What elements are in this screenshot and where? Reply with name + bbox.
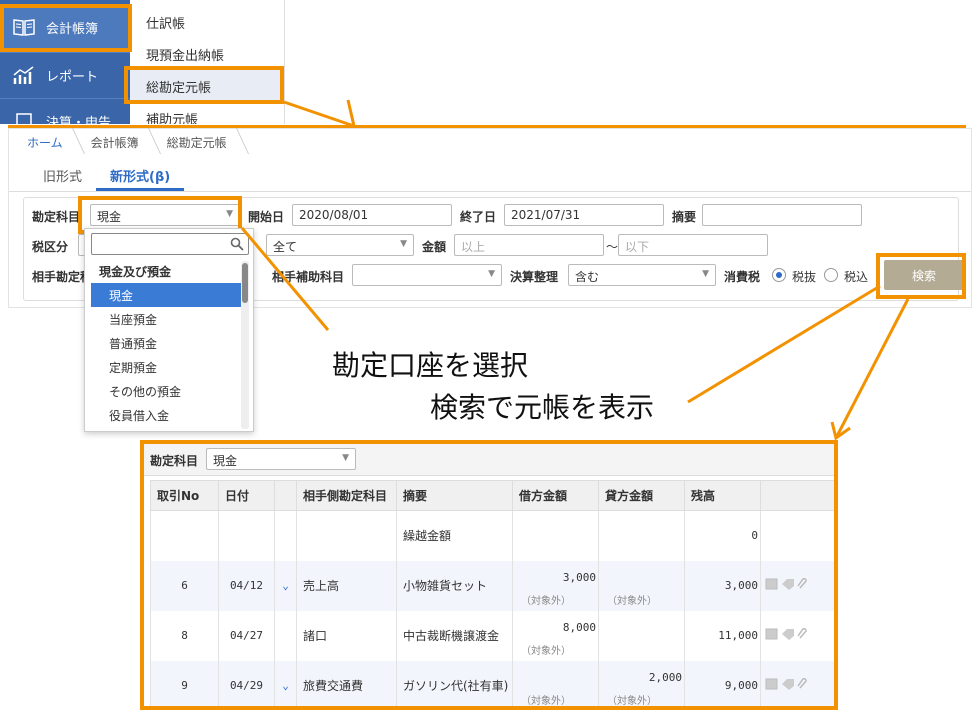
receipt-icon[interactable]: [765, 578, 779, 593]
ledger-table: 取引No 日付 相手側勘定科目 摘要 借方金額 貸方金額 残高 繰越金額 0 6…: [150, 480, 834, 707]
table-row[interactable]: 8 04/27 諸口 中古裁断機譲渡金 8,000 （対象外） 11,000: [150, 610, 834, 661]
cell-debit: [512, 510, 599, 561]
col-header-memo[interactable]: 摘要: [396, 480, 513, 511]
cell-balance: 11,000: [684, 610, 761, 661]
attachment-icon[interactable]: [797, 627, 809, 643]
cell-counter: 旅費交通費: [296, 660, 397, 706]
cell-actions: [760, 610, 834, 661]
result-account-label: 勘定科目: [150, 454, 199, 468]
cell-debit: 3,000 （対象外）: [512, 560, 599, 611]
attachment-icon[interactable]: [797, 677, 809, 693]
cell-counter: 諸口: [296, 610, 397, 661]
cell-date: 04/12: [218, 560, 275, 611]
tax-note: （対象外）: [521, 595, 571, 607]
cell-flag: [274, 610, 297, 661]
ledger-result: 勘定科目 現金 取引No 日付 相手側勘定科目 摘要 借方金額 貸方金額 残高: [140, 440, 838, 710]
cell-counter: [296, 510, 397, 561]
col-header-actions: [760, 480, 834, 511]
cell-no: [150, 510, 219, 561]
col-header-counter[interactable]: 相手側勘定科目: [296, 480, 397, 511]
cell-debit: 8,000 （対象外）: [512, 610, 599, 661]
cell-date: 04/27: [218, 610, 275, 661]
tax-note: （対象外）: [607, 595, 657, 607]
col-header-flag: [274, 480, 297, 511]
col-header-no[interactable]: 取引No: [150, 480, 219, 511]
cell-date: 04/29: [218, 660, 275, 706]
cell-actions: [760, 660, 834, 706]
cell-credit: （対象外）: [598, 560, 685, 611]
cell-balance: 0: [684, 510, 761, 561]
cell-no: 8: [150, 610, 219, 661]
col-header-date[interactable]: 日付: [218, 480, 275, 511]
cell-no: 9: [150, 660, 219, 706]
cell-no: 6: [150, 560, 219, 611]
debit-amount: 8,000: [562, 620, 596, 634]
cell-memo: 繰越金額: [396, 510, 513, 561]
receipt-icon[interactable]: [765, 628, 779, 643]
expand-icon[interactable]: ⌄: [274, 660, 297, 706]
receipt-icon[interactable]: [765, 678, 779, 693]
cell-memo: 小物雑貨セット: [396, 560, 513, 611]
table-row: 繰越金額 0: [150, 510, 834, 561]
col-header-debit[interactable]: 借方金額: [512, 480, 599, 511]
result-account-value: 現金: [213, 454, 238, 468]
cell-actions: [760, 510, 834, 561]
cell-debit: （対象外）: [512, 660, 599, 707]
tax-note: （対象外）: [607, 695, 657, 707]
cell-balance: 9,000: [684, 660, 761, 706]
tag-icon[interactable]: [781, 678, 795, 693]
table-row[interactable]: 9 04/29 ⌄ 旅費交通費 ガソリン代(社有車) （対象外） 2,000 （対…: [150, 660, 834, 707]
tag-icon[interactable]: [781, 578, 795, 593]
cell-credit: [598, 610, 685, 661]
cell-memo: 中古裁断機譲渡金: [396, 610, 513, 661]
result-header: 勘定科目 現金: [144, 444, 834, 476]
cell-date: [218, 510, 275, 561]
tax-note: （対象外）: [521, 645, 571, 657]
tax-note: （対象外）: [521, 695, 571, 707]
tag-icon[interactable]: [781, 628, 795, 643]
cell-counter: 売上高: [296, 560, 397, 611]
table-header-row: 取引No 日付 相手側勘定科目 摘要 借方金額 貸方金額 残高: [150, 480, 834, 511]
cell-memo: ガソリン代(社有車): [396, 660, 513, 706]
cell-credit: 2,000 （対象外）: [598, 660, 685, 707]
table-row[interactable]: 6 04/12 ⌄ 売上高 小物雑貨セット 3,000 （対象外） （対象外） 3…: [150, 560, 834, 611]
cell-balance: 3,000: [684, 560, 761, 611]
annotation-search-ledger: 検索で元帳を表示: [430, 391, 655, 424]
col-header-credit[interactable]: 貸方金額: [598, 480, 685, 511]
result-account-select[interactable]: 現金: [206, 448, 356, 470]
cell-flag: [274, 510, 297, 561]
col-header-balance[interactable]: 残高: [684, 480, 761, 511]
cell-actions: [760, 560, 834, 611]
cell-credit: [598, 510, 685, 561]
expand-icon[interactable]: ⌄: [274, 560, 297, 611]
annotation-select-account: 勘定口座を選択: [332, 349, 529, 382]
credit-amount: 2,000: [648, 670, 682, 684]
attachment-icon[interactable]: [797, 577, 809, 593]
debit-amount: 3,000: [562, 570, 596, 584]
